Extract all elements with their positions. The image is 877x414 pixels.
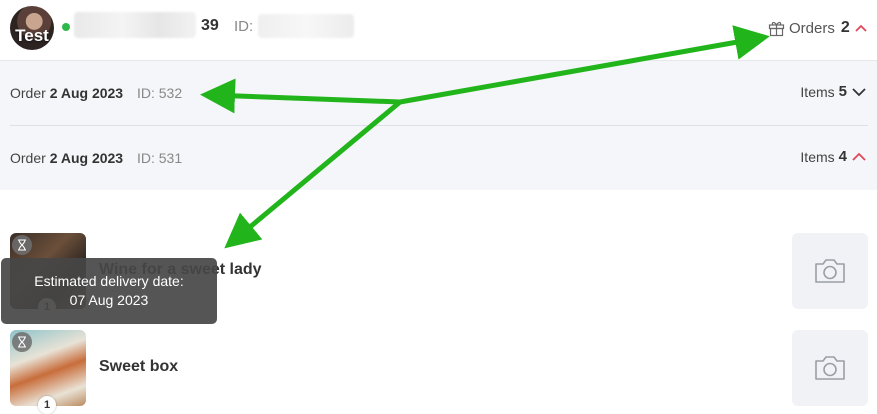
items-label: Items	[800, 83, 835, 100]
delivery-date-tooltip: Estimated delivery date: 07 Aug 2023	[1, 258, 217, 324]
order-id: ID: 532	[136, 85, 183, 101]
order-date: 2 Aug 2023	[49, 150, 124, 166]
hourglass-icon[interactable]	[12, 235, 32, 255]
product-image[interactable]	[10, 330, 86, 406]
order-prefix: Order	[10, 85, 46, 101]
gift-icon	[768, 21, 785, 36]
order-prefix: Order	[10, 150, 46, 166]
chevron-down-icon	[852, 87, 866, 96]
online-status-dot	[62, 23, 70, 31]
orders-toggle-button[interactable]: Orders 2	[768, 18, 868, 38]
quantity-badge: 1	[38, 396, 56, 414]
blurred-user-name	[74, 12, 196, 38]
orders-label: Orders	[789, 19, 835, 37]
avatar[interactable]: Test	[10, 6, 54, 50]
chevron-up-icon	[852, 152, 866, 161]
hourglass-icon[interactable]	[12, 332, 32, 352]
order-summary: Order 2 Aug 2023 ID: 532	[10, 85, 182, 101]
order-id: ID: 531	[136, 150, 183, 166]
items-count: 5	[838, 83, 847, 100]
order-items-toggle[interactable]: Items 5	[800, 83, 867, 100]
order-date: 2 Aug 2023	[49, 85, 124, 101]
order-history-screen: Test 39 ID: Orders 2 Order 2 Aug 2023 ID…	[0, 0, 877, 414]
order-summary: Order 2 Aug 2023 ID: 531	[10, 150, 182, 166]
order-row[interactable]: Order 2 Aug 2023 ID: 531 Items 4	[0, 126, 877, 190]
orders-count: 2	[840, 19, 850, 36]
items-count: 4	[838, 148, 847, 165]
tooltip-title: Estimated delivery date:	[34, 273, 184, 289]
user-age: 39	[201, 17, 219, 34]
items-label: Items	[800, 148, 835, 165]
product-name: Sweet box	[99, 358, 179, 375]
chevron-up-icon	[855, 24, 867, 32]
add-photo-button[interactable]	[792, 330, 868, 406]
tooltip-date: 07 Aug 2023	[69, 292, 149, 308]
camera-icon	[815, 259, 845, 283]
order-items-toggle[interactable]: Items 4	[800, 148, 867, 165]
add-photo-button[interactable]	[792, 233, 868, 309]
user-header: Test 39 ID: Orders 2	[0, 0, 877, 60]
order-row[interactable]: Order 2 Aug 2023 ID: 532 Items 5	[0, 61, 877, 126]
camera-icon	[815, 356, 845, 380]
user-id-label: ID:	[234, 18, 254, 35]
orders-list: Order 2 Aug 2023 ID: 532 Items 5 Order 2…	[0, 61, 877, 190]
product-item: 1 Sweet box	[0, 330, 877, 414]
avatar-label: Test	[15, 26, 49, 45]
blurred-user-id	[258, 14, 354, 38]
